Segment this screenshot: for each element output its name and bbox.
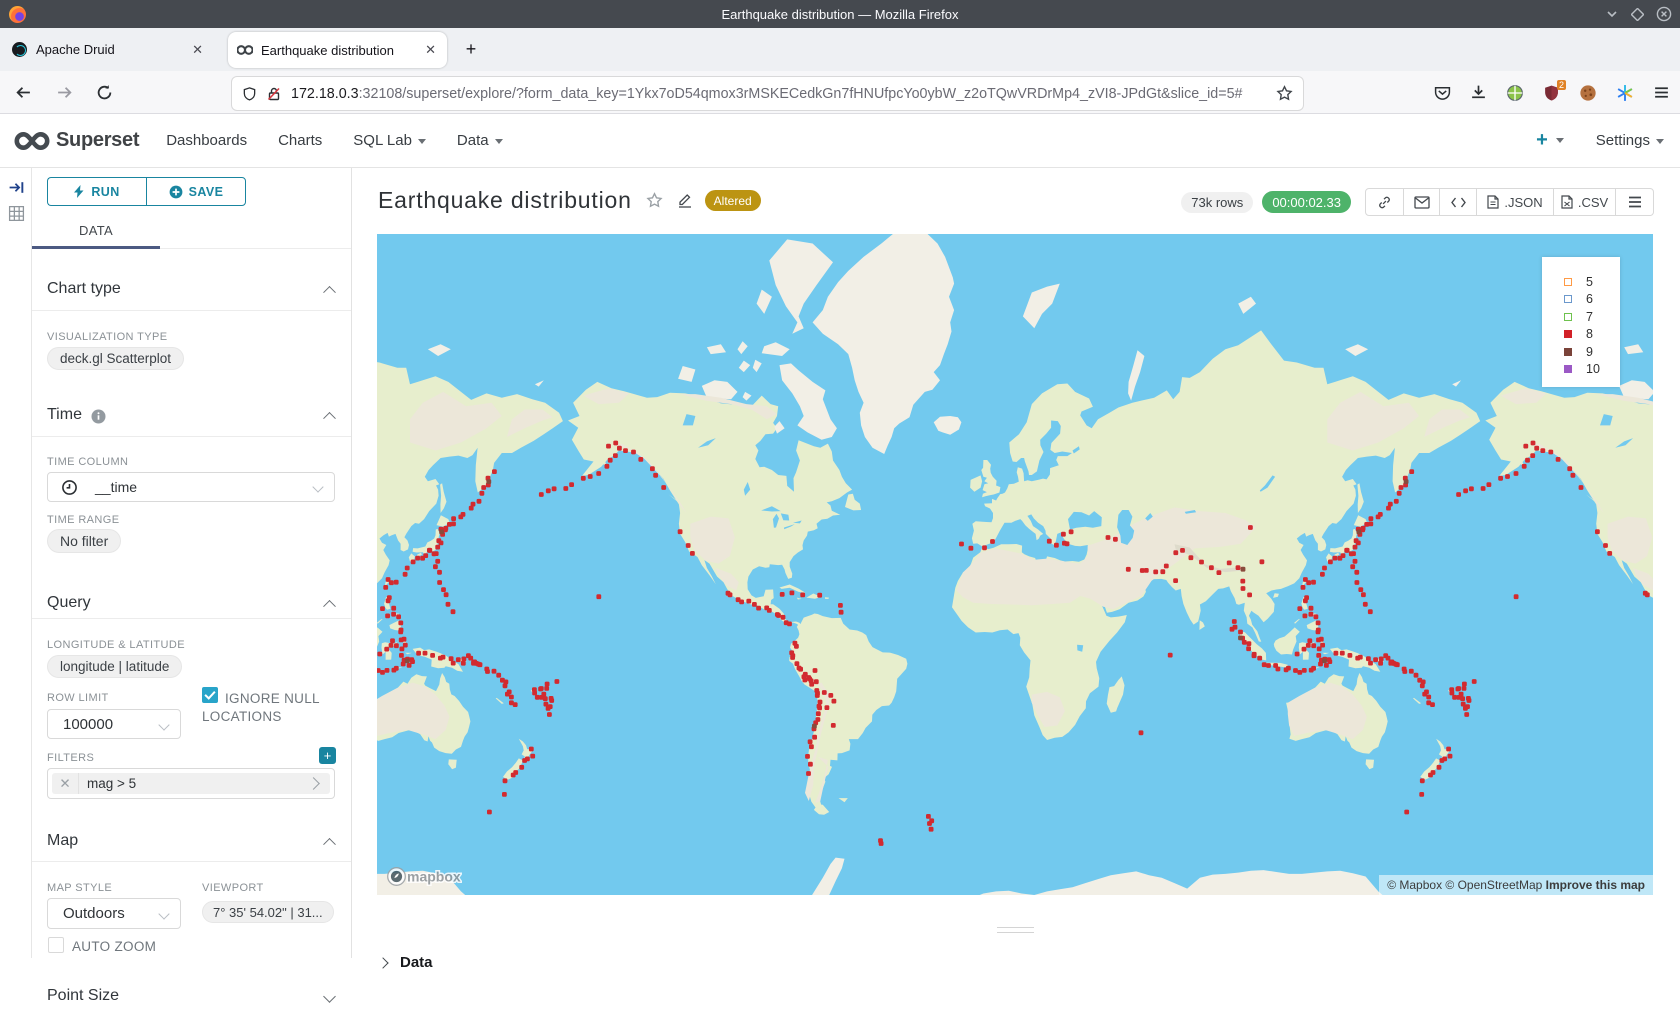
svg-text:mapbox: mapbox [407, 869, 461, 885]
